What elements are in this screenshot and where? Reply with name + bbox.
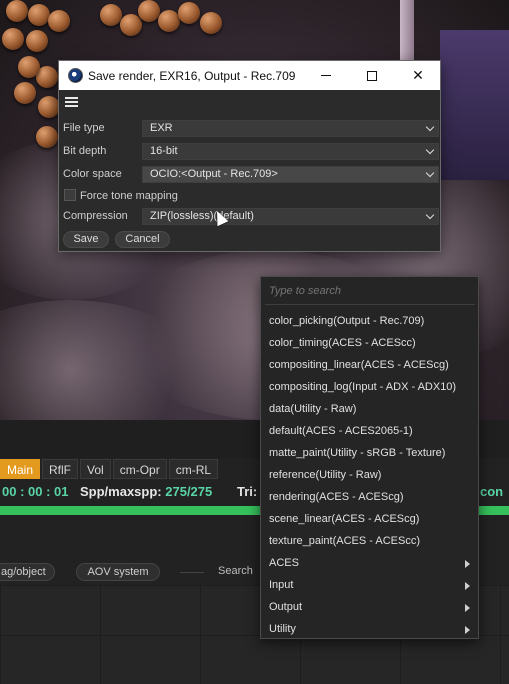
hamburger-menu-icon[interactable] (65, 97, 78, 107)
chevron-down-icon (425, 145, 435, 155)
bit-depth-dropdown[interactable]: 16-bit (142, 143, 439, 160)
list-item-label: ACES (269, 557, 299, 569)
compression-dropdown[interactable]: ZIP(lossless)(default) (142, 208, 439, 225)
popup-divider (265, 304, 475, 305)
chevron-down-icon (425, 210, 435, 220)
list-item[interactable]: matte_paint(Utility - sRGB - Texture) (261, 442, 478, 464)
list-item-label: Utility (269, 623, 296, 635)
bit-depth-label: Bit depth (63, 145, 107, 157)
tag-object-button[interactable]: ag/object (0, 563, 55, 581)
spp-label: Spp/maxspp: (80, 484, 162, 499)
list-item-label: Input (269, 579, 294, 591)
list-item-label: texture_paint(ACES - ACEScc) (269, 535, 421, 547)
file-type-value: EXR (150, 122, 173, 134)
force-tone-mapping-row: Force tone mapping (63, 188, 438, 205)
minimize-icon (321, 75, 331, 76)
tab-cm-opr[interactable]: cm-Opr (112, 459, 167, 479)
compression-label: Compression (63, 210, 128, 222)
list-item[interactable]: texture_paint(ACES - ACEScc) (261, 530, 478, 552)
list-item-label: matte_paint(Utility - sRGB - Texture) (269, 447, 446, 459)
list-item-label: Output (269, 601, 303, 613)
color-space-value: OCIO:<Output - Rec.709> (150, 168, 278, 180)
maximize-button[interactable] (349, 61, 395, 90)
app-logo-icon (68, 68, 83, 83)
color-space-popup: color_picking(Output - Rec.709) color_tim… (260, 276, 479, 639)
list-item-label: compositing_linear(ACES - ACEScg) (269, 359, 449, 371)
status-trailing-text: con (480, 484, 504, 499)
spp-value: 275/275 (165, 484, 213, 499)
toolbar-divider (180, 572, 204, 573)
list-item[interactable]: rendering(ACES - ACEScg) (261, 486, 478, 508)
render-tabs: Main RflF Vol cm-Opr cm-RL (0, 459, 219, 479)
purple-box-shape (440, 30, 509, 180)
render-time: 00 : 00 : 01 (2, 484, 69, 499)
spp-readout: Spp/maxspp: 275/275 (80, 482, 212, 502)
chevron-down-icon (425, 122, 435, 132)
dialog-title: Save render, EXR16, Output - Rec.709 (88, 69, 296, 83)
tri-label: Tri: (237, 484, 258, 499)
color-space-label: Color space (63, 168, 122, 180)
list-item-label: default(ACES - ACES2065-1) (269, 425, 413, 437)
list-item-label: data(Utility - Raw) (269, 403, 357, 415)
toolbar-search-label[interactable]: Search (218, 565, 253, 577)
list-item[interactable]: compositing_log(Input - ADX - ADX10) (261, 376, 478, 398)
list-item-label: reference(Utility - Raw) (269, 469, 382, 481)
submenu-item[interactable]: Input (261, 574, 478, 596)
tab-vol[interactable]: Vol (80, 459, 111, 479)
tab-main[interactable]: Main (0, 459, 41, 479)
submenu-item[interactable]: ACES (261, 552, 478, 574)
list-item[interactable]: default(ACES - ACES2065-1) (261, 420, 478, 442)
list-item[interactable]: reference(Utility - Raw) (261, 464, 478, 486)
compression-value: ZIP(lossless)(default) (150, 210, 254, 222)
list-item-label: color_picking(Output - Rec.709) (269, 315, 425, 327)
chevron-right-icon (465, 626, 470, 634)
list-item[interactable]: color_picking(Output - Rec.709) (261, 310, 478, 332)
close-button[interactable]: ✕ (395, 61, 441, 90)
list-item-label: compositing_log(Input - ADX - ADX10) (269, 381, 457, 393)
chevron-down-icon (425, 168, 435, 178)
maximize-icon (367, 70, 377, 81)
color-space-dropdown[interactable]: OCIO:<Output - Rec.709> (142, 166, 439, 183)
tab-rflf[interactable]: RflF (42, 459, 79, 479)
force-tone-mapping-label[interactable]: Force tone mapping (80, 190, 178, 202)
list-item-label: scene_linear(ACES - ACEScg) (269, 513, 420, 525)
submenu-item[interactable]: Output (261, 596, 478, 618)
color-space-list: color_picking(Output - Rec.709) color_tim… (261, 310, 478, 640)
file-type-label: File type (63, 122, 105, 134)
list-item[interactable]: compositing_linear(ACES - ACEScg) (261, 354, 478, 376)
submenu-item[interactable]: Utility (261, 618, 478, 640)
aov-system-button[interactable]: AOV system (76, 563, 160, 581)
save-render-dialog: Save render, EXR16, Output - Rec.709 ✕ F… (58, 60, 441, 252)
compression-row: Compression ZIP(lossless)(default) (63, 208, 439, 225)
list-item[interactable]: scene_linear(ACES - ACEScg) (261, 508, 478, 530)
dialog-titlebar[interactable]: Save render, EXR16, Output - Rec.709 ✕ (59, 61, 440, 90)
chevron-right-icon (465, 582, 470, 590)
save-button[interactable]: Save (63, 231, 109, 248)
bit-depth-row: Bit depth 16-bit (63, 143, 439, 160)
list-item-label: rendering(ACES - ACEScg) (269, 491, 404, 503)
list-item-label: color_timing(ACES - ACEScc) (269, 337, 416, 349)
pillar-shape (400, 0, 414, 60)
force-tone-mapping-checkbox[interactable] (64, 189, 76, 201)
close-icon: ✕ (412, 67, 424, 83)
bit-depth-value: 16-bit (150, 145, 178, 157)
minimize-button[interactable] (303, 61, 349, 90)
file-type-dropdown[interactable]: EXR (142, 120, 439, 137)
chevron-right-icon (465, 560, 470, 568)
list-item[interactable]: color_timing(ACES - ACEScc) (261, 332, 478, 354)
cancel-button[interactable]: Cancel (115, 231, 170, 248)
chevron-right-icon (465, 604, 470, 612)
color-space-search-input[interactable] (269, 285, 471, 297)
file-type-row: File type EXR (63, 120, 439, 137)
color-space-row: Color space OCIO:<Output - Rec.709> (63, 166, 439, 183)
tab-cm-rl[interactable]: cm-RL (168, 459, 219, 479)
list-item[interactable]: data(Utility - Raw) (261, 398, 478, 420)
